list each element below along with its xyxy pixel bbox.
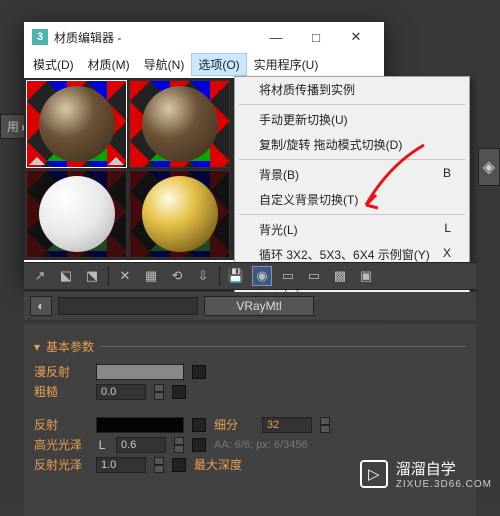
- label-roughness: 粗糙: [34, 383, 88, 400]
- titlebar: 3 材质编辑器 - — □ ✕: [24, 22, 384, 52]
- material-slot-3[interactable]: [26, 170, 127, 258]
- app-icon: 3: [32, 29, 48, 45]
- material-slot-4[interactable]: [129, 170, 230, 258]
- tool-assign-left[interactable]: ⬕: [56, 266, 76, 286]
- window-title: 材质编辑器 -: [54, 29, 121, 46]
- tool-save[interactable]: 💾: [226, 266, 246, 286]
- label-subdiv: 细分: [214, 416, 254, 433]
- tool-grid[interactable]: ▦: [141, 266, 161, 286]
- menu-options[interactable]: 选项(O): [191, 53, 246, 76]
- label-max-depth: 最大深度: [194, 456, 254, 473]
- tool-node2[interactable]: ▭: [304, 266, 324, 286]
- rg-spinner-down[interactable]: [154, 465, 164, 473]
- material-name-bar: ◐ VRayMtl: [24, 292, 476, 320]
- watermark-brand: 溜溜自学: [396, 458, 492, 479]
- label-reflect-gloss: 反射光泽: [34, 456, 88, 473]
- play-icon: ▷: [360, 460, 388, 488]
- menu-item-propagate[interactable]: 将材质传播到实例: [235, 77, 469, 102]
- hg-map-button[interactable]: [192, 438, 206, 452]
- roughness-spinner-down[interactable]: [154, 392, 164, 400]
- label-diffuse: 漫反射: [34, 363, 88, 380]
- roughness-map-button[interactable]: [172, 385, 186, 399]
- material-slot-1[interactable]: [26, 80, 127, 168]
- material-name-input[interactable]: [58, 297, 198, 315]
- tool-show-end[interactable]: ◉: [252, 266, 272, 286]
- menubar: 模式(D) 材质(M) 导航(N) 选项(O) 实用程序(U): [24, 52, 384, 76]
- aa-info: AA: 6/6; px: 6/3456: [214, 439, 308, 451]
- highlight-gloss-input[interactable]: 0.6: [116, 437, 166, 453]
- watermark-sub: ZIXUE.3D66.COM: [396, 479, 492, 490]
- material-slot-2[interactable]: [129, 80, 230, 168]
- diffuse-color-swatch[interactable]: [96, 364, 184, 380]
- roughness-input[interactable]: 0.0: [96, 384, 146, 400]
- tool-assign-right[interactable]: ⬔: [82, 266, 102, 286]
- tool-delete[interactable]: ✕: [115, 266, 135, 286]
- window-minimize-button[interactable]: —: [256, 22, 296, 52]
- tool-node1[interactable]: ▭: [278, 266, 298, 286]
- hg-spinner-up[interactable]: [174, 437, 184, 445]
- menu-item-custom-bg[interactable]: 自定义背景切换(T): [235, 187, 469, 212]
- label-highlight-gloss: 高光光泽: [34, 436, 88, 453]
- rg-spinner-up[interactable]: [154, 457, 164, 465]
- menu-item-copy-rotate[interactable]: 复制/旋转 拖动模式切换(D): [235, 132, 469, 157]
- subdiv-input[interactable]: 32: [262, 417, 312, 433]
- window-maximize-button[interactable]: □: [296, 22, 336, 52]
- menu-material[interactable]: 材质(M): [81, 53, 137, 76]
- tool-select[interactable]: ▣: [356, 266, 376, 286]
- watermark: ▷ 溜溜自学 ZIXUE.3D66.COM: [360, 458, 492, 490]
- menu-utilities[interactable]: 实用程序(U): [247, 53, 326, 76]
- roughness-spinner-up[interactable]: [154, 384, 164, 392]
- diffuse-map-button[interactable]: [192, 365, 206, 379]
- menu-navigate[interactable]: 导航(N): [137, 53, 192, 76]
- eyedropper-button[interactable]: ◐: [30, 296, 52, 316]
- rg-map-button[interactable]: [172, 458, 186, 472]
- material-slot-grid: [24, 78, 234, 260]
- subdiv-spinner-down[interactable]: [320, 425, 330, 433]
- window-close-button[interactable]: ✕: [336, 22, 376, 52]
- label-reflection: 反射: [34, 416, 88, 433]
- reflect-map-button[interactable]: [192, 418, 206, 432]
- tool-pick[interactable]: ↗: [30, 266, 50, 286]
- reflect-color-swatch[interactable]: [96, 417, 184, 433]
- menu-item-backlight[interactable]: 背光(L)L: [235, 217, 469, 242]
- tool-put[interactable]: ⇩: [193, 266, 213, 286]
- menu-mode[interactable]: 模式(D): [26, 53, 81, 76]
- menu-item-manual-update[interactable]: 手动更新切换(U): [235, 107, 469, 132]
- tool-reset[interactable]: ⟲: [167, 266, 187, 286]
- right-collapsed-button[interactable]: ◈: [478, 148, 500, 186]
- subdiv-spinner-up[interactable]: [320, 417, 330, 425]
- tool-checker[interactable]: ▩: [330, 266, 350, 286]
- material-type-button[interactable]: VRayMtl: [204, 296, 314, 316]
- menu-item-background[interactable]: 背景(B)B: [235, 162, 469, 187]
- reflect-gloss-input[interactable]: 1.0: [96, 457, 146, 473]
- hg-spinner-down[interactable]: [174, 445, 184, 453]
- gloss-lock-icon[interactable]: L: [96, 438, 108, 452]
- material-toolbar: ↗ ⬕ ⬔ ✕ ▦ ⟲ ⇩ 💾 ◉ ▭ ▭ ▩ ▣: [24, 262, 476, 290]
- section-basic-params[interactable]: ▾基本参数: [34, 338, 466, 355]
